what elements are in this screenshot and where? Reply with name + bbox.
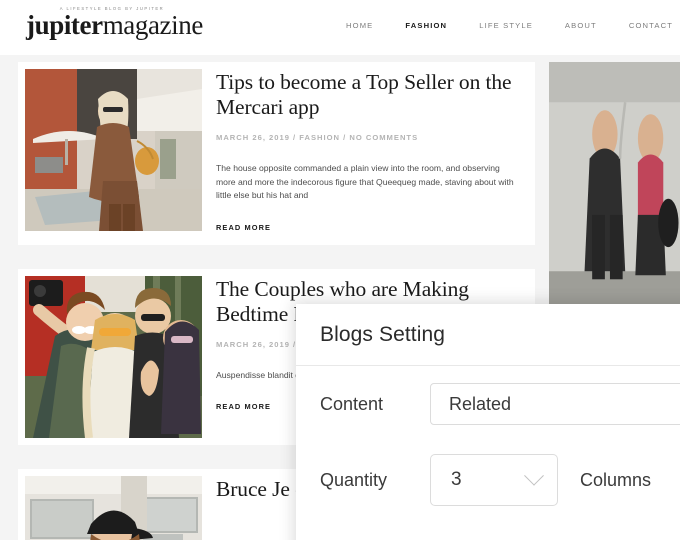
brand-name-light: magazine	[102, 10, 204, 40]
content-form-row: Content Related	[296, 366, 680, 442]
brand-name-bold: jupiter	[26, 10, 103, 40]
sidebar-popular-posts: POPULAR POSTS Fr	[549, 62, 680, 316]
blogs-setting-modal: Blogs Setting Content Related Quantity 3…	[296, 304, 680, 540]
post-image-woman-black-cap	[25, 475, 202, 540]
popular-post-item[interactable]: Nunc a lectus March 27, 20 / No Commen	[549, 62, 680, 316]
content-label: Content	[320, 393, 384, 414]
nav-item-about[interactable]: ABOUT	[549, 21, 613, 30]
nav-item-home[interactable]: HOME	[330, 21, 389, 30]
chevron-down-icon	[524, 465, 544, 486]
quantity-label: Quantity	[320, 469, 388, 490]
nav-item-fashion[interactable]: FASHION	[389, 21, 463, 30]
brand-wordmark: jupitermagazine	[26, 12, 203, 39]
read-more-link[interactable]: READ MORE	[216, 402, 271, 411]
post-thumbnail[interactable]	[25, 69, 202, 231]
post-thumbnail[interactable]	[25, 475, 202, 540]
content-input[interactable]: Related	[430, 383, 680, 425]
site-logo[interactable]: A LIFESTYLE BLOG BY JUPITER jupitermagaz…	[26, 6, 203, 39]
post-thumbnail[interactable]	[25, 275, 202, 438]
modal-title: Blogs Setting	[320, 322, 446, 346]
quantity-select[interactable]: 3	[430, 454, 558, 506]
app-screen: A LIFESTYLE BLOG BY JUPITER jupitermagaz…	[0, 0, 680, 540]
post-card[interactable]: Tips to become a Top Seller on the Merca…	[18, 62, 535, 245]
site-header: A LIFESTYLE BLOG BY JUPITER jupitermagaz…	[0, 0, 680, 55]
quantity-value: 3	[451, 469, 462, 490]
post-image-friends-selfie	[25, 275, 202, 438]
read-more-link[interactable]: READ MORE	[216, 223, 271, 232]
nav-item-contact[interactable]: CONTACT	[613, 21, 680, 30]
post-content: Tips to become a Top Seller on the Merca…	[202, 62, 535, 245]
post-excerpt: The house opposite commanded a plain vie…	[216, 163, 514, 200]
modal-header: Blogs Setting	[296, 304, 680, 366]
nav-item-life-style[interactable]: LIFE STYLE	[463, 21, 549, 30]
main-navigation: HOME FASHION LIFE STYLE ABOUT CONTACT	[330, 21, 680, 30]
post-meta: MARCH 26, 2019 / FASHION / NO COMMENTS	[216, 133, 419, 142]
post-image-woman-brown-dress	[25, 69, 202, 231]
post-title[interactable]: Tips to become a Top Seller on the Merca…	[216, 70, 519, 120]
quantity-form-row: Quantity 3 Columns	[296, 442, 680, 518]
popular-post-thumbnail[interactable]	[549, 62, 680, 316]
popular-post-image-couple	[549, 62, 680, 316]
columns-label: Columns	[580, 469, 652, 490]
